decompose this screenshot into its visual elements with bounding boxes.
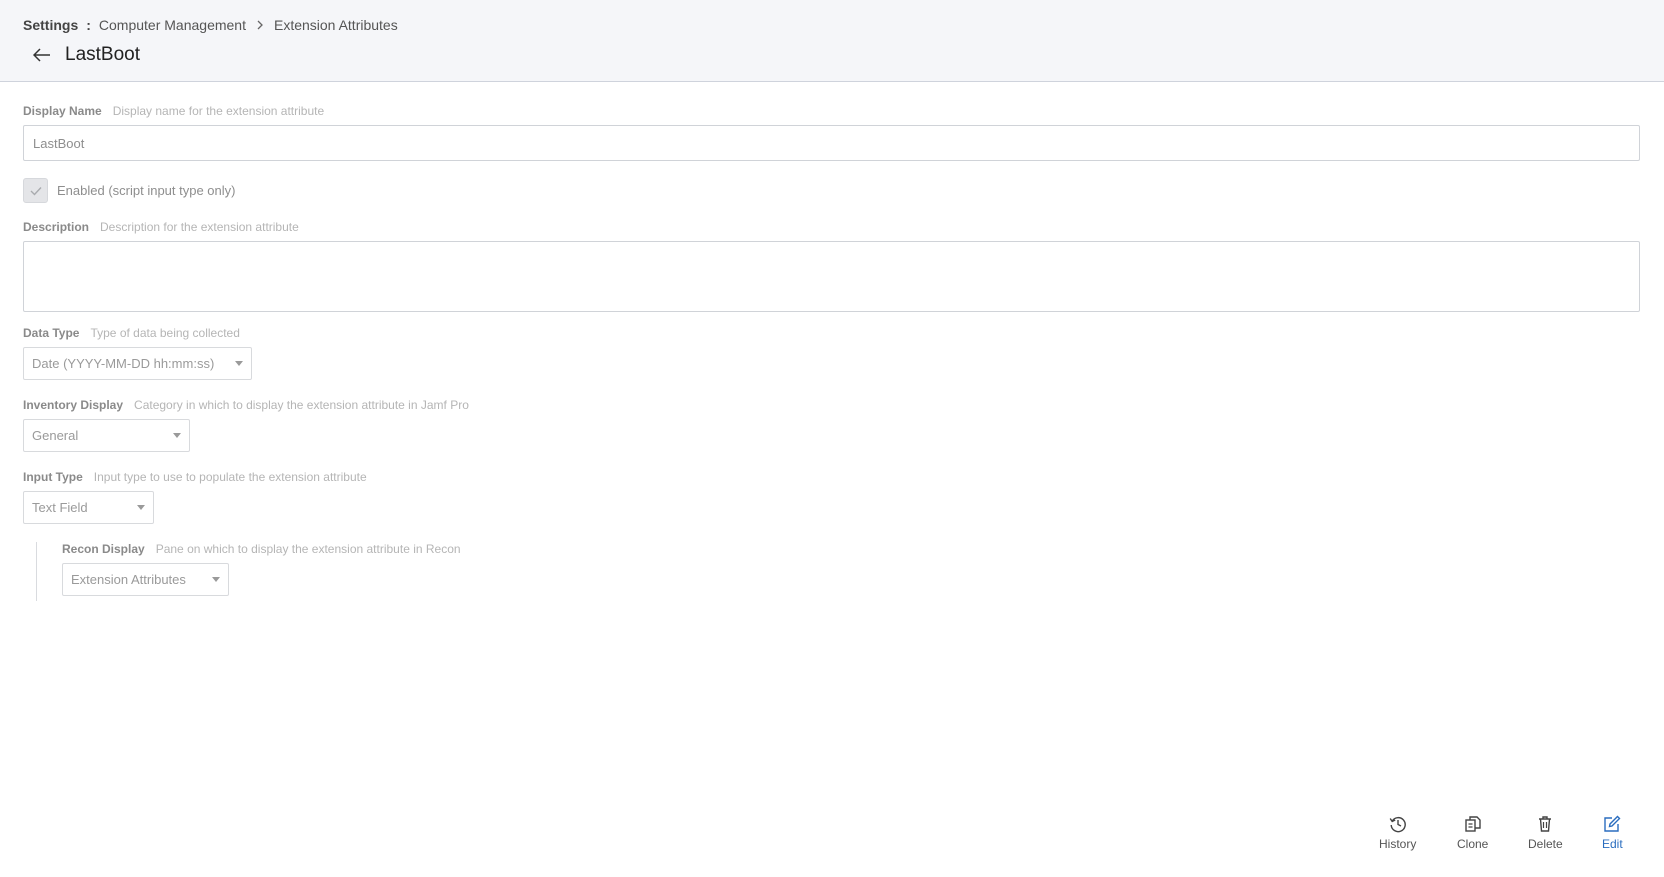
history-label: History — [1379, 837, 1417, 851]
description-label: Description Description for the extensio… — [23, 220, 299, 234]
page-title: LastBoot — [65, 44, 140, 65]
display-name-input[interactable]: LastBoot — [23, 125, 1640, 161]
history-icon — [1388, 814, 1408, 834]
indent-bar — [36, 542, 37, 601]
inventory-display-label-text: Inventory Display — [23, 398, 124, 412]
display-name-label-text: Display Name — [23, 104, 102, 118]
arrow-left-icon[interactable] — [30, 43, 54, 67]
breadcrumb-item-computer-management[interactable]: Computer Management — [99, 17, 246, 33]
clone-label: Clone — [1457, 837, 1489, 851]
data-type-label: Data Type Type of data being collected — [23, 326, 240, 340]
input-type-hint: Input type to use to populate the extens… — [93, 470, 367, 484]
input-type-label: Input Type Input type to use to populate… — [23, 470, 367, 484]
inventory-display-hint: Category in which to display the extensi… — [134, 398, 469, 412]
trash-icon — [1535, 814, 1555, 834]
description-textarea[interactable] — [23, 241, 1640, 312]
clone-button[interactable]: Clone — [1457, 814, 1488, 851]
breadcrumb-item-extension-attributes[interactable]: Extension Attributes — [274, 17, 398, 33]
delete-button[interactable]: Delete — [1528, 814, 1563, 851]
delete-label: Delete — [1528, 837, 1563, 851]
edit-icon — [1602, 814, 1622, 834]
caret-down-icon — [212, 577, 220, 582]
data-type-select[interactable]: Date (YYYY-MM-DD hh:mm:ss) — [23, 347, 252, 380]
input-type-label-text: Input Type — [23, 470, 83, 484]
check-icon — [30, 186, 42, 196]
data-type-hint: Type of data being collected — [90, 326, 240, 340]
title-row: LastBoot — [30, 43, 140, 67]
page-header: Settings : Computer Management Extension… — [0, 0, 1664, 82]
clone-icon — [1463, 814, 1483, 834]
caret-down-icon — [173, 433, 181, 438]
recon-display-value: Extension Attributes — [71, 572, 186, 587]
inventory-display-select[interactable]: General — [23, 419, 190, 452]
history-button[interactable]: History — [1379, 814, 1416, 851]
recon-display-select[interactable]: Extension Attributes — [62, 563, 229, 596]
description-hint: Description for the extension attribute — [100, 220, 299, 234]
breadcrumb: Settings : Computer Management Extension… — [23, 17, 398, 33]
edit-button[interactable]: Edit — [1602, 814, 1623, 851]
enabled-checkbox-label: Enabled (script input type only) — [57, 183, 236, 198]
inventory-display-label: Inventory Display Category in which to d… — [23, 398, 469, 412]
data-type-value: Date (YYYY-MM-DD hh:mm:ss) — [32, 356, 215, 371]
recon-display-label-text: Recon Display — [62, 542, 145, 556]
recon-display-hint: Pane on which to display the extension a… — [155, 542, 461, 556]
caret-down-icon — [137, 505, 145, 510]
input-type-value: Text Field — [32, 500, 88, 515]
enabled-checkbox-row: Enabled (script input type only) — [23, 178, 235, 203]
enabled-checkbox[interactable] — [23, 178, 48, 203]
input-type-select[interactable]: Text Field — [23, 491, 154, 524]
description-label-text: Description — [23, 220, 90, 234]
caret-down-icon — [235, 361, 243, 366]
chevron-right-icon — [256, 18, 264, 33]
display-name-hint: Display name for the extension attribute — [112, 104, 325, 118]
display-name-label: Display Name Display name for the extens… — [23, 104, 324, 118]
recon-display-label: Recon Display Pane on which to display t… — [62, 542, 461, 556]
breadcrumb-separator: : — [86, 17, 91, 33]
inventory-display-value: General — [32, 428, 79, 443]
edit-label: Edit — [1602, 837, 1623, 851]
breadcrumb-root[interactable]: Settings — [23, 17, 78, 33]
data-type-label-text: Data Type — [23, 326, 80, 340]
